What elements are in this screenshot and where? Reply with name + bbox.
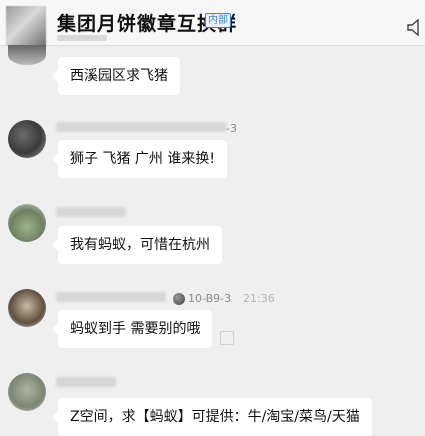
sender-name-blurred xyxy=(56,207,126,217)
sender-avatar[interactable] xyxy=(8,45,46,65)
message-bubble[interactable]: Z空间，求【蚂蚁】可提供：牛/淘宝/菜鸟/天猫 xyxy=(52,398,372,436)
sender-name-blurred xyxy=(56,122,226,132)
message-bubble[interactable]: 狮子 飞猪 广州 谁来换! xyxy=(52,140,227,178)
sender-tag: -3 xyxy=(226,122,237,135)
message-bubble[interactable]: 西溪园区求飞猪 xyxy=(52,57,180,95)
message-bubble[interactable]: 我有蚂蚁，可惜在杭州 xyxy=(52,226,222,264)
internal-badge: 内部 xyxy=(205,13,231,28)
sender-avatar[interactable] xyxy=(8,289,46,327)
chat-header: 集团月饼徽章互换群 内部 xyxy=(0,0,425,46)
sender-tag: 10-B9-3 xyxy=(188,292,232,305)
sender-name-blurred xyxy=(56,292,166,302)
message-time: 21:36 xyxy=(243,292,275,305)
message-bubble[interactable]: 蚂蚁到手 需要别的哦 xyxy=(51,310,213,348)
medal-icon xyxy=(173,293,185,305)
sender-name-blurred xyxy=(56,377,116,387)
sender-avatar[interactable] xyxy=(8,204,46,242)
speaker-icon[interactable] xyxy=(406,18,425,37)
sender-avatar[interactable] xyxy=(8,120,46,158)
group-avatar[interactable] xyxy=(6,6,46,46)
group-subtitle-blurred xyxy=(57,35,107,41)
sender-avatar[interactable] xyxy=(8,373,46,411)
copy-icon[interactable] xyxy=(220,331,234,345)
